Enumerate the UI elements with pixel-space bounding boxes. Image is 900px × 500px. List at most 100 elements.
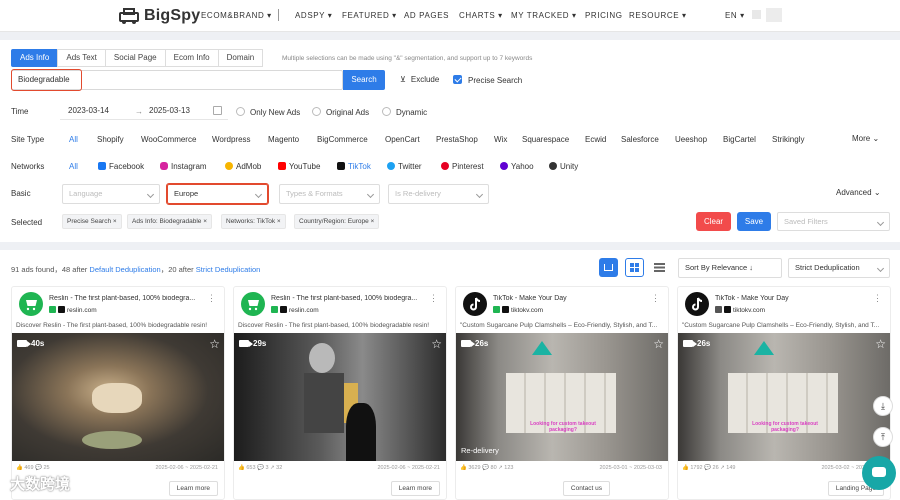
tab-ads-text[interactable]: Ads Text [57,49,106,67]
nav-charts[interactable]: CHARTS ▾ [459,11,503,20]
selected-tag[interactable]: Networks: TikTok × [221,214,286,229]
more-options-icon[interactable]: ⋮ [873,293,882,304]
chat-support-icon[interactable] [862,456,896,490]
redelivery-select[interactable]: Is Re-delivery [388,184,489,204]
search-input[interactable]: Biodegradable [11,69,343,91]
site-bigcartel[interactable]: BigCartel [723,135,756,144]
calendar-icon[interactable] [213,106,222,115]
ad-domain[interactable]: tiktokv.com [511,307,543,314]
grid-view-button[interactable] [625,258,644,277]
more-options-icon[interactable]: ⋮ [207,293,216,304]
dedup-select[interactable]: Strict Deduplication [788,258,890,278]
site-opencart[interactable]: OpenCart [385,135,420,144]
language-select[interactable]: EN ▾ [725,11,745,20]
network-instagram[interactable]: Instagram [160,162,207,171]
back-to-top-icon[interactable]: ⤒ [873,427,893,447]
nav-ad-pages[interactable]: AD PAGES [404,11,449,20]
favorite-star-icon[interactable]: ☆ [209,337,220,351]
language-select[interactable]: Language [62,184,160,204]
more-options-icon[interactable]: ⋮ [651,293,660,304]
strict-dedup-link[interactable]: Strict Deduplication [196,265,261,274]
cta-button[interactable]: Contact us [562,481,610,496]
option-only-new-ads[interactable]: Only New Ads [236,107,300,117]
save-button[interactable]: Save [737,212,771,231]
region-select[interactable]: Europe [166,183,269,205]
site-bigcommerce[interactable]: BigCommerce [317,135,368,144]
ad-title[interactable]: TikTok - Make Your Day [715,295,865,302]
option-dynamic[interactable]: Dynamic [382,107,427,117]
site-wordpress[interactable]: Wordpress [212,135,251,144]
clear-button[interactable]: Clear [696,212,731,231]
nav-pricing[interactable]: PRICING [585,11,623,20]
site-woocommerce[interactable]: WooCommerce [141,135,196,144]
selected-tag[interactable]: Country/Region: Europe × [294,214,380,229]
site-all[interactable]: All [69,135,78,144]
cta-button[interactable]: Learn more [168,481,218,496]
ad-title[interactable]: TikTok - Make Your Day [493,295,643,302]
ad-card[interactable]: Reslin - The first plant-based, 100% bio… [11,286,225,500]
ad-domain[interactable]: reslin.com [289,307,319,314]
ad-video[interactable]: 29s ☆ [234,333,446,461]
site-wix[interactable]: Wix [494,135,507,144]
nav-resource[interactable]: RESOURCE ▾ [629,11,687,20]
tab-social-page[interactable]: Social Page [104,49,166,67]
ad-video[interactable]: Looking for custom takeout packaging? 26… [456,333,668,461]
list-view-button[interactable] [650,258,669,277]
nav-ecom-brand[interactable]: ECOM&BRAND ▾ [201,11,272,20]
favorite-star-icon[interactable]: ☆ [653,337,664,351]
tab-ecom-info[interactable]: Ecom Info [164,49,219,67]
network-tiktok[interactable]: TikTok [337,162,371,171]
ad-video[interactable]: 40s ☆ [12,333,224,461]
logo[interactable]: BigSpy [118,7,200,25]
site-shopify[interactable]: Shopify [97,135,124,144]
precise-search-checkbox[interactable]: Precise Search [453,75,522,85]
user-icon[interactable] [766,8,782,22]
search-button[interactable]: Search [343,70,385,90]
option-original-ads[interactable]: Original Ads [312,107,369,117]
tab-ads-info[interactable]: Ads Info [11,49,59,67]
site-magento[interactable]: Magento [268,135,299,144]
saved-filters-select[interactable]: Saved Filters [777,212,890,231]
default-dedup-link[interactable]: Default Deduplication [89,265,160,274]
favorite-star-icon[interactable]: ☆ [875,337,886,351]
cta-button[interactable]: Learn more [390,481,440,496]
ad-card[interactable]: TikTok - Make Your Day tiktokv.com ⋮ "Cu… [455,286,669,500]
network-pinterest[interactable]: Pinterest [441,162,484,171]
more-options-icon[interactable]: ⋮ [429,293,438,304]
site-prestashop[interactable]: PrestaShop [436,135,478,144]
chart-view-button[interactable] [599,258,618,277]
network-unity[interactable]: Unity [549,162,578,171]
tab-domain[interactable]: Domain [217,49,264,67]
download-icon[interactable]: ⤓ [873,396,893,416]
network-yahoo[interactable]: Yahoo [500,162,534,171]
nav-adspy[interactable]: ADSPY ▾ [295,11,332,20]
network-facebook[interactable]: Facebook [98,162,144,171]
exclude-toggle[interactable]: ⊻ Exclude [400,75,439,84]
network-twitter[interactable]: Twitter [387,162,422,171]
site-ecwid[interactable]: Ecwid [585,135,606,144]
favorite-star-icon[interactable]: ☆ [431,337,442,351]
ad-domain[interactable]: tiktokv.com [733,307,765,314]
ad-domain[interactable]: reslin.com [67,307,97,314]
site-strikingly[interactable]: Strikingly [772,135,804,144]
ad-title[interactable]: Reslin - The first plant-based, 100% bio… [49,295,199,302]
site-salesforce[interactable]: Salesforce [621,135,659,144]
ad-title[interactable]: Reslin - The first plant-based, 100% bio… [271,295,421,302]
start-date[interactable]: 2023-03-14 [68,103,136,119]
ad-card[interactable]: TikTok - Make Your Day tiktokv.com ⋮ "Cu… [677,286,891,500]
types-formats-select[interactable]: Types & Formats [279,184,380,204]
nav-featured[interactable]: FEATURED ▾ [342,11,397,20]
advanced-toggle[interactable]: Advanced ⌄ [836,188,881,197]
selected-tag[interactable]: Precise Search × [62,214,122,229]
site-squarespace[interactable]: Squarespace [522,135,569,144]
ad-card[interactable]: Reslin - The first plant-based, 100% bio… [233,286,447,500]
site-ueeshop[interactable]: Ueeshop [675,135,707,144]
more-button[interactable]: More ⌄ [852,134,879,143]
network-admob[interactable]: AdMob [225,162,261,171]
selected-tag[interactable]: Ads Info: Biodegradable × [127,214,212,229]
sort-select[interactable]: Sort By Relevance ↓ [678,258,782,278]
network-youtube[interactable]: YouTube [278,162,320,171]
nav-my-tracked[interactable]: MY TRACKED ▾ [511,11,577,20]
avatar-placeholder[interactable] [752,10,761,19]
end-date[interactable]: 2025-03-13 [149,103,217,119]
